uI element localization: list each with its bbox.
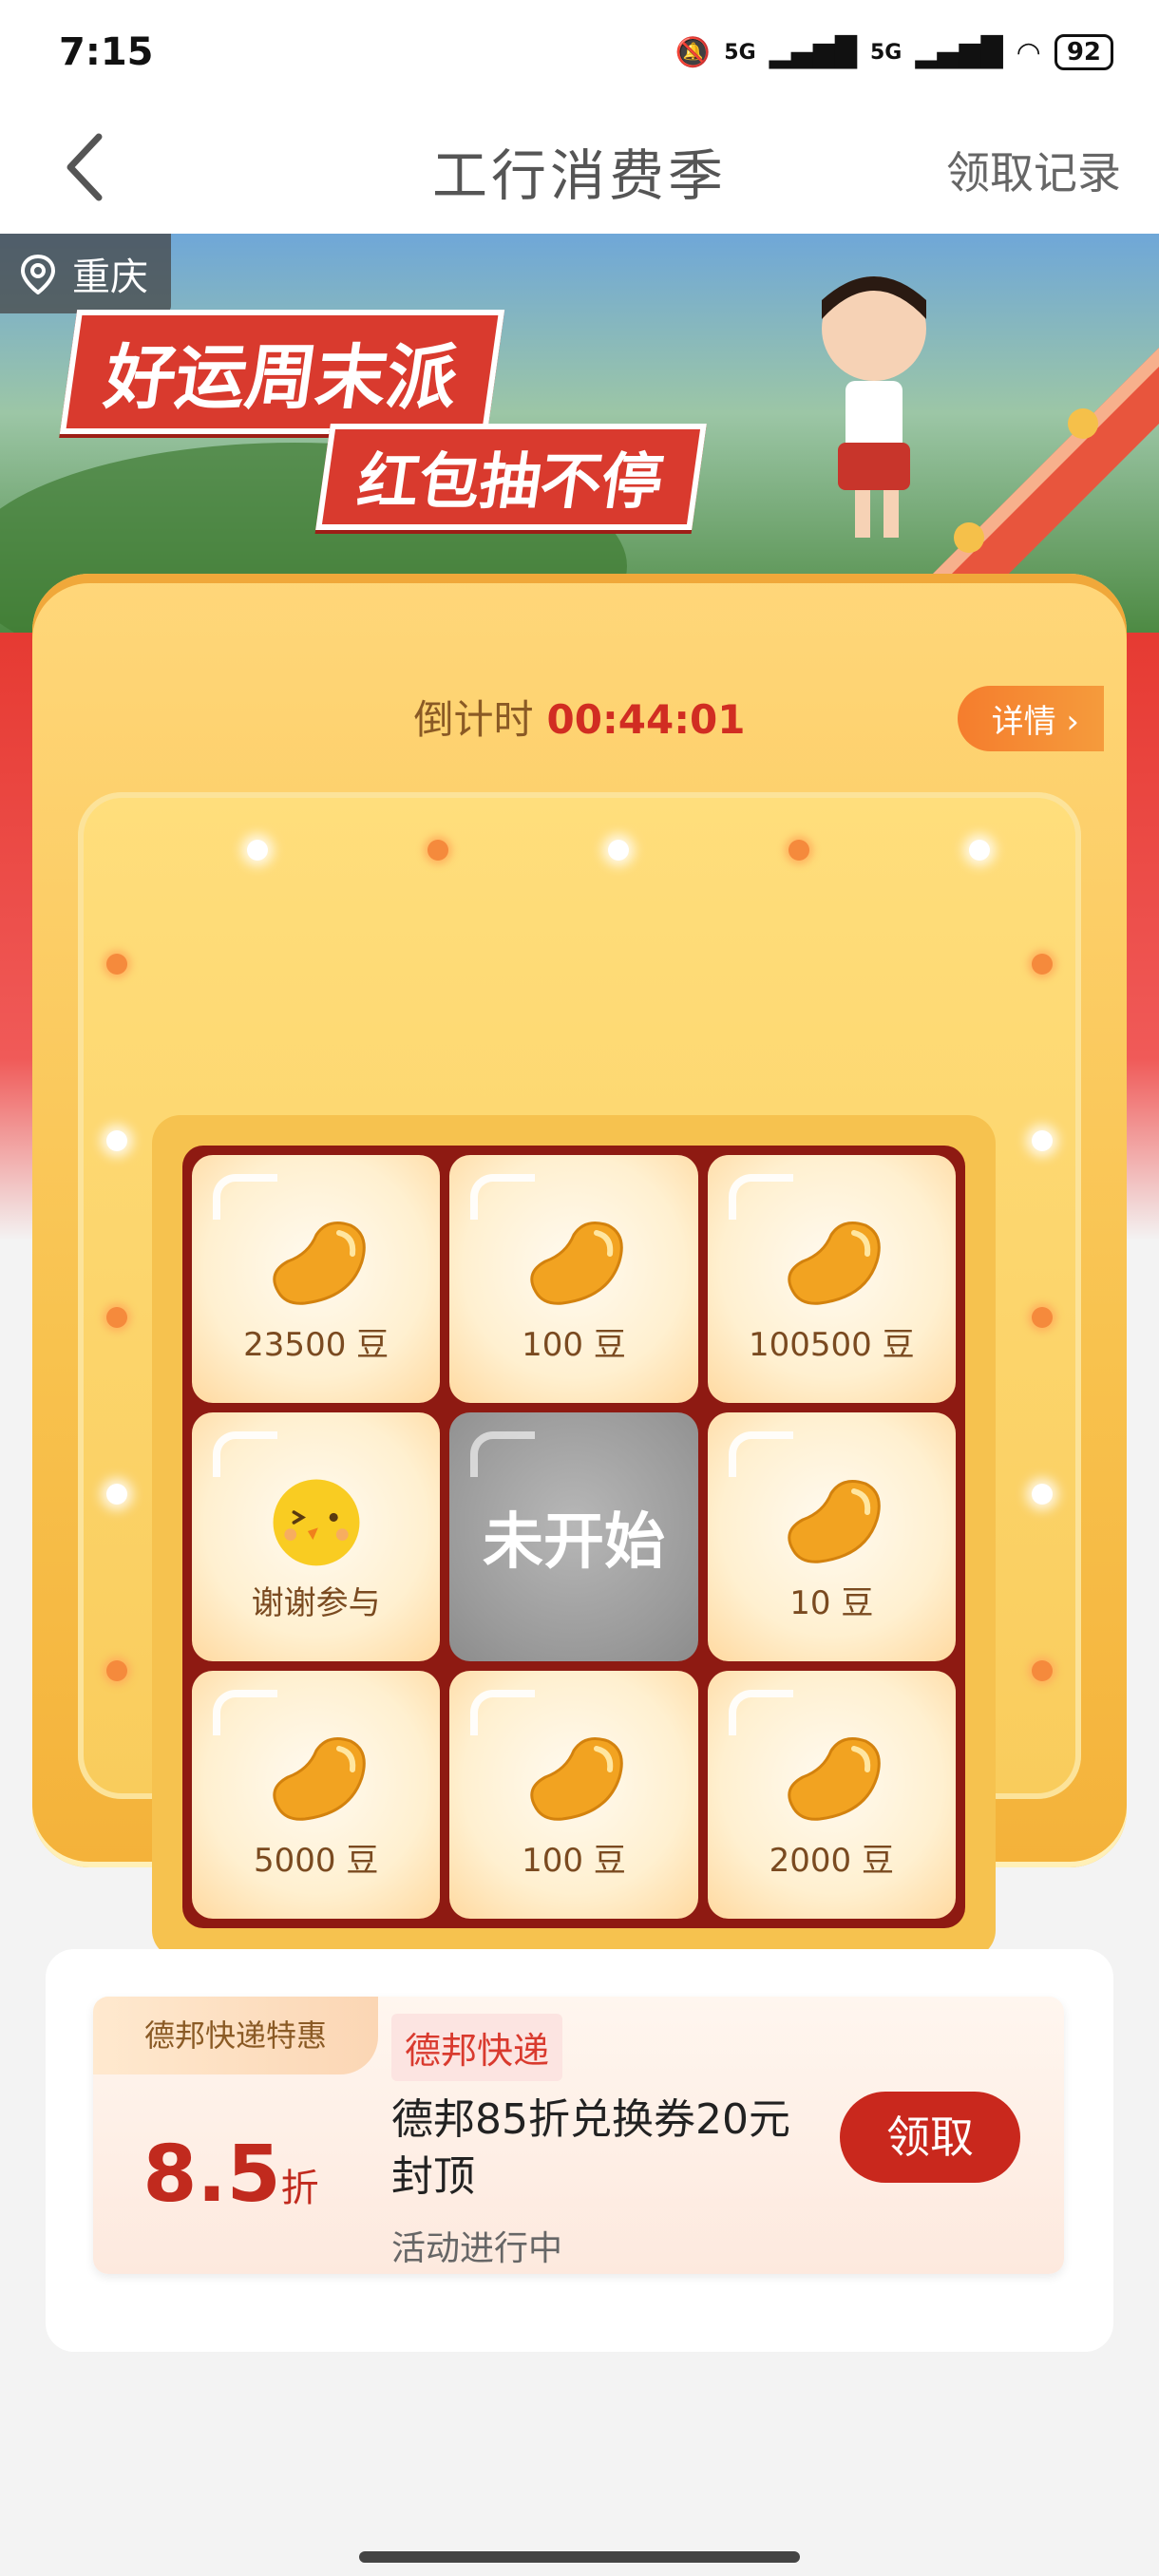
countdown-value: 00:44:01 (546, 696, 746, 743)
bean-icon (788, 1479, 882, 1563)
coupon-brand: 德邦快递 (391, 2014, 563, 2081)
cell-shine (470, 1174, 536, 1220)
bean-icon (272, 1737, 366, 1821)
cell-shine (728, 1431, 793, 1478)
lamp-light (106, 1130, 127, 1151)
girl-illustration (822, 276, 926, 538)
lamp-light (608, 840, 629, 861)
wifi-icon: ◠ (1016, 35, 1041, 69)
status-icons: 🔕 5G ▂▄▆█ 5G ▂▄▆█ ◠ 92 (675, 34, 1113, 70)
coupon-card: 德邦快递特惠 8.5折 德邦快递 德邦85折兑换券20元封顶 活动进行中 领取 (46, 1949, 1113, 2352)
cell-shine (728, 1174, 793, 1220)
prize-label: 100 豆 (522, 1842, 626, 1880)
cell-shine (470, 1689, 536, 1735)
battery-indicator: 92 (1054, 34, 1113, 70)
banner-slogan-1: 好运周末派 (59, 310, 505, 434)
prize-cell: 100 豆 (449, 1670, 698, 1919)
prize-label: 2000 豆 (769, 1842, 894, 1880)
lamp-light (1032, 1130, 1053, 1151)
prize-cell: 23500 豆 (192, 1155, 441, 1404)
start-draw-button[interactable]: 未开始 (449, 1412, 698, 1661)
lamp-light (428, 840, 448, 861)
signal-icon-2: ▂▄▆█ (915, 35, 1003, 69)
location-selector[interactable]: 重庆 (0, 234, 171, 313)
lamp-light (106, 1307, 127, 1328)
nav-bar: 工行消费季 领取记录 (0, 104, 1159, 234)
prize-label: 谢谢参与 (251, 1583, 381, 1622)
bean-icon (530, 1222, 623, 1306)
home-indicator[interactable] (359, 2551, 800, 2563)
prize-label: 23500 豆 (243, 1326, 390, 1365)
claim-button[interactable]: 领取 (840, 2092, 1020, 2183)
detail-button[interactable]: 详情 › (957, 686, 1104, 751)
prize-cell: 100500 豆 (707, 1155, 956, 1404)
signal-5g-label: 5G (724, 40, 756, 65)
prize-cell: 100 豆 (449, 1155, 698, 1404)
discount-unit: 折 (280, 2167, 319, 2210)
discount-value: 8.5折 (93, 2130, 369, 2220)
detail-label: 详情 (991, 703, 1056, 741)
cell-shine (213, 1431, 277, 1478)
signal-5g-label-2: 5G (869, 40, 902, 65)
start-draw-label: 未开始 (482, 1506, 665, 1578)
cell-shine (213, 1174, 277, 1220)
lamp-light (1032, 1660, 1053, 1681)
mute-icon: 🔕 (674, 35, 712, 69)
coupon-status: 活动进行中 (391, 2229, 563, 2268)
prize-label: 100 豆 (522, 1326, 626, 1365)
lamp-light (1032, 1484, 1053, 1505)
prize-label: 5000 豆 (253, 1842, 379, 1880)
lamp-light (247, 840, 268, 861)
lamp-light (106, 1660, 127, 1681)
promo-banner[interactable]: 重庆 好运周末派 红包抽不停 (0, 234, 1159, 633)
banner-slogan-2: 红包抽不停 (315, 424, 707, 530)
bean-icon (530, 1737, 623, 1821)
bean-icon (272, 1222, 366, 1306)
prize-cell: 5000 豆 (192, 1670, 441, 1919)
prize-cell: 谢谢参与 (192, 1412, 441, 1661)
signal-icon: ▂▄▆█ (769, 35, 857, 69)
location-label: 重庆 (72, 256, 148, 299)
machine-inner-panel: 23500 豆 100 豆 100500 豆 谢谢参与 未开始 10 豆 500… (78, 792, 1081, 1959)
coupon: 德邦快递特惠 8.5折 德邦快递 德邦85折兑换券20元封顶 活动进行中 领取 (93, 1997, 1064, 2274)
coupon-tag: 德邦快递特惠 (93, 1997, 378, 2074)
bean-icon (788, 1737, 882, 1821)
chick-icon (273, 1479, 360, 1566)
status-time: 7:15 (59, 30, 154, 74)
lamp-light (106, 954, 127, 975)
lamp-light (788, 840, 809, 861)
countdown-label: 倒计时 (413, 696, 534, 743)
prize-cell: 2000 豆 (707, 1670, 956, 1919)
cell-shine (213, 1689, 277, 1735)
bean-icon (788, 1222, 882, 1306)
prize-label: 10 豆 (789, 1583, 874, 1622)
lamp-light (106, 1484, 127, 1505)
prize-grid: 23500 豆 100 豆 100500 豆 谢谢参与 未开始 10 豆 500… (182, 1146, 965, 1928)
discount-number: 8.5 (142, 2130, 281, 2220)
cell-shine (728, 1689, 793, 1735)
chevron-right-icon: › (1066, 703, 1079, 741)
prize-grid-frame: 23500 豆 100 豆 100500 豆 谢谢参与 未开始 10 豆 500… (152, 1115, 996, 1959)
lamp-light (1032, 954, 1053, 975)
lottery-machine: 倒计时 00:44:01 详情 › 23500 豆 100 豆 100500 豆… (32, 574, 1127, 1959)
lamp-light (1032, 1307, 1053, 1328)
record-link[interactable]: 领取记录 (946, 139, 1121, 201)
coupon-description: 德邦85折兑换券20元封顶 (391, 2095, 790, 2201)
location-pin-icon (20, 254, 56, 294)
cell-shine (470, 1431, 536, 1478)
lamp-light (969, 840, 990, 861)
prize-cell: 10 豆 (707, 1412, 956, 1661)
prize-label: 100500 豆 (749, 1326, 915, 1365)
status-bar: 7:15 🔕 5G ▂▄▆█ 5G ▂▄▆█ ◠ 92 (0, 0, 1159, 104)
